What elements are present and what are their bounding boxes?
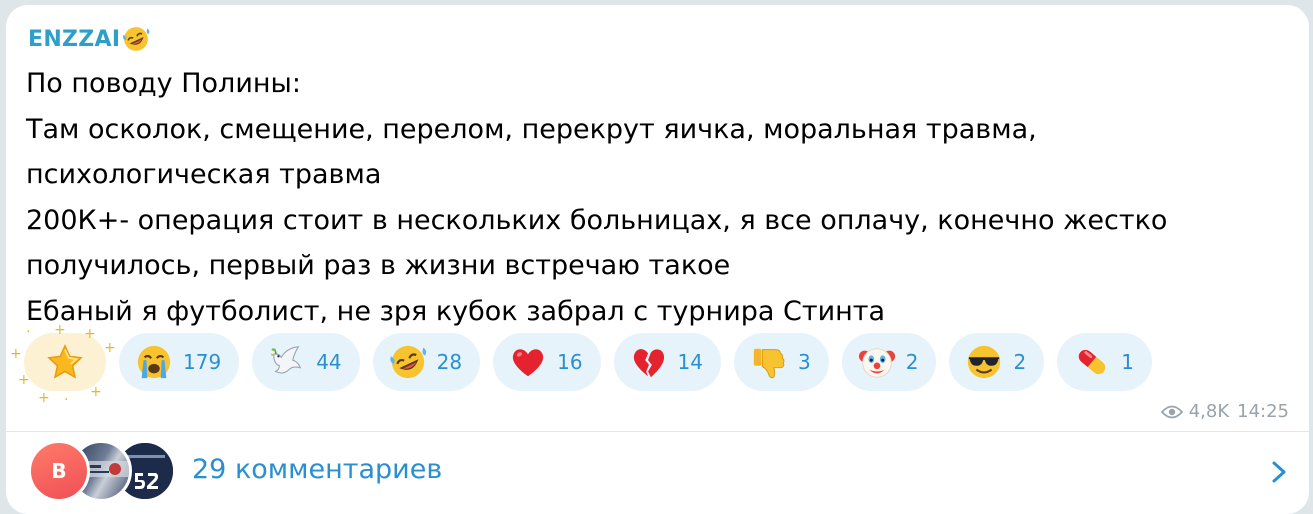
reaction-sunglasses[interactable]: 2 (949, 333, 1045, 391)
reaction-count: 2 (1013, 350, 1027, 374)
message-time: 14:25 (1237, 401, 1289, 422)
reaction-count: 14 (677, 350, 703, 374)
sender-name[interactable]: ENZZAI (28, 25, 150, 53)
smiling-face-with-sunglasses-icon (968, 345, 1001, 379)
view-count: 4,8K (1188, 401, 1230, 422)
reaction-dove[interactable]: 44 (252, 333, 360, 391)
sparkle-icon: + (38, 390, 50, 406)
reactions-row: + · + + + + + · + 179 44 28 16 14 3 2 2 … (10, 323, 1152, 407)
sparkle-icon: + (18, 372, 30, 388)
star-icon (47, 344, 83, 379)
message-line: Там осколок, смещение, перелом, перекрут… (26, 113, 1037, 145)
avatar: B (28, 440, 90, 502)
eye-icon (1160, 405, 1183, 418)
reaction-count: 3 (798, 350, 811, 374)
reaction-count: 2 (905, 350, 919, 374)
rolling-on-floor-laughing-icon (123, 27, 150, 51)
message-meta: 4,8K 14:25 (1160, 401, 1289, 422)
reaction-crying[interactable]: 179 (119, 333, 240, 391)
message-text: По поводу Полины: Там осколок, смещение,… (26, 61, 1301, 334)
red-heart-icon (512, 349, 544, 377)
chevron-right-icon (1272, 461, 1286, 483)
reaction-count: 16 (557, 350, 583, 374)
sender-name-text: ENZZAI (28, 26, 121, 52)
reaction-count: 1 (1121, 350, 1134, 374)
message-line: По поводу Полины: (26, 68, 301, 99)
sparkle-icon: + (84, 326, 96, 342)
message-bubble: ENZZAI По поводу Полины: Там осколок, см… (6, 5, 1309, 514)
thumbs-down-icon (753, 348, 785, 379)
reaction-count: 179 (183, 350, 222, 374)
reaction-pill[interactable]: 1 (1057, 333, 1152, 391)
commenter-avatars: B (28, 440, 178, 504)
comments-button[interactable]: B 29 комментариев (6, 432, 1309, 514)
comments-count-label: 29 комментариев (192, 454, 443, 485)
sparkle-icon: + (104, 340, 116, 356)
message-line: 200К+- операция стоит в нескольких больн… (26, 204, 1168, 236)
reaction-thumbs-down[interactable]: 3 (734, 333, 829, 391)
reaction-laughing[interactable]: 28 (372, 333, 481, 391)
reaction-star[interactable]: + · + + + + + · + (10, 323, 116, 407)
reaction-count: 44 (316, 350, 342, 374)
sparkle-icon: + (54, 322, 66, 338)
loudly-crying-face-icon (137, 345, 171, 379)
sparkle-icon: · (64, 392, 69, 408)
message-line: психологическая травма (26, 159, 382, 190)
reaction-heart[interactable]: 16 (493, 333, 601, 391)
sparkle-icon: + (90, 384, 102, 400)
broken-heart-icon (633, 349, 664, 378)
rolling-on-floor-laughing-icon (389, 345, 426, 379)
message-line: получилось, первый раз в жизни встречаю … (26, 250, 731, 281)
message-line: Ебаный я футболист, не зря кубок забрал … (26, 295, 886, 327)
pill-icon (1079, 349, 1106, 375)
dove-icon (271, 346, 302, 374)
reaction-clown[interactable]: 2 (841, 333, 937, 391)
avatar-initial: B (51, 459, 67, 483)
clown-face-icon (858, 348, 895, 378)
reaction-count: 28 (436, 350, 463, 374)
reaction-broken-heart[interactable]: 14 (613, 333, 721, 391)
sparkle-icon: + (10, 346, 22, 362)
sparkle-icon: · (26, 324, 31, 340)
